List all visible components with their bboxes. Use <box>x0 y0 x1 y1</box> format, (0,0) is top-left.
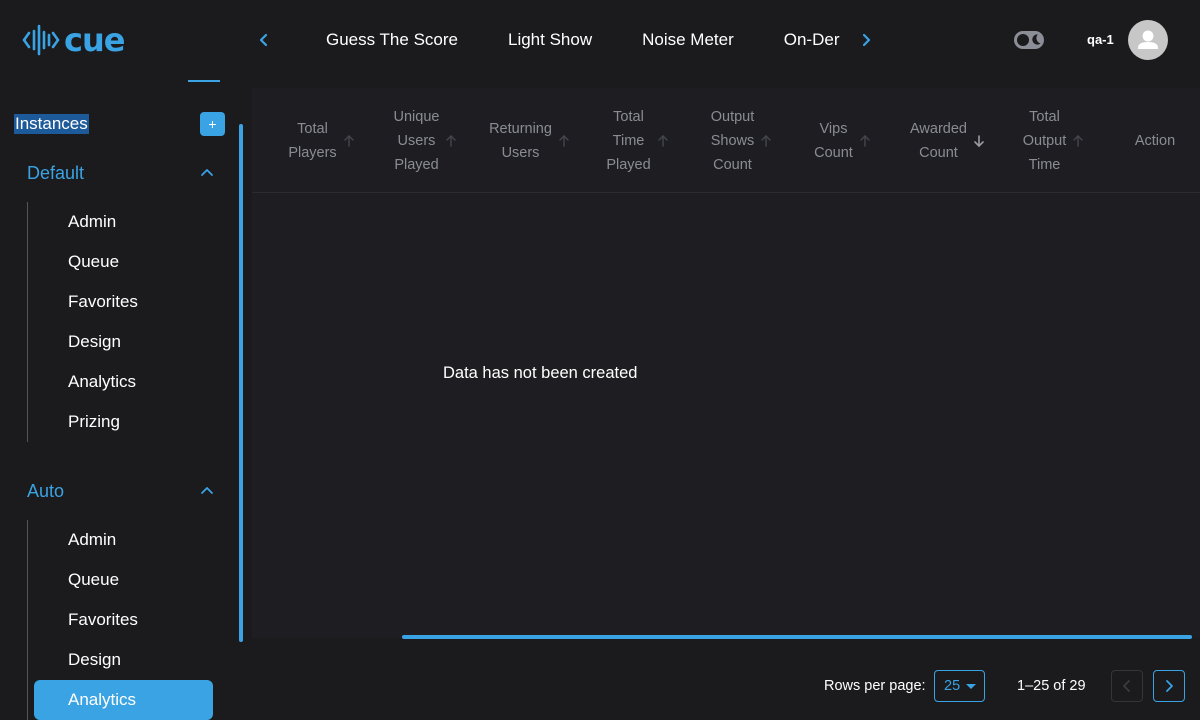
column-header-total-players[interactable]: Total Players <box>272 88 372 193</box>
group-tree-line <box>27 520 28 720</box>
column-header-vips-count[interactable]: Vips Count <box>798 88 888 193</box>
previous-page-button[interactable] <box>1111 670 1143 702</box>
horizontal-scrollbar[interactable] <box>402 635 1192 639</box>
sidebar: Instances + Default Admin Queue Favorite… <box>0 80 244 720</box>
sidebar-item-default-prizing[interactable]: Prizing <box>34 402 213 442</box>
moon-icon <box>1032 34 1041 45</box>
sidebar-item-auto-analytics[interactable]: Analytics <box>34 680 213 720</box>
chevron-up-icon <box>201 487 213 494</box>
sort-up-icon <box>761 134 771 147</box>
pagination-range: 1–25 of 29 <box>1017 678 1086 694</box>
sidebar-top-indicator <box>188 80 220 82</box>
rows-per-page-select[interactable]: 25 <box>934 670 985 702</box>
toggle-knob <box>1017 34 1029 46</box>
column-header-awarded-count[interactable]: Awarded Count <box>898 88 998 193</box>
column-header-unique-users-played[interactable]: Unique Users Played <box>374 88 478 193</box>
group-label: Default <box>27 163 85 183</box>
user-icon <box>1138 30 1158 49</box>
tab-noise-meter[interactable]: Noise Meter <box>642 24 734 56</box>
nav-prev-button[interactable] <box>250 26 278 54</box>
column-header-action: Action <box>1134 132 1176 149</box>
sidebar-item-auto-design[interactable]: Design <box>34 640 213 680</box>
nav-next-button[interactable] <box>852 26 880 54</box>
add-instance-button[interactable]: + <box>200 112 225 136</box>
sidebar-item-auto-admin[interactable]: Admin <box>34 520 213 560</box>
sort-up-icon <box>657 134 668 147</box>
sidebar-item-auto-queue[interactable]: Queue <box>34 560 213 600</box>
sidebar-item-default-admin[interactable]: Admin <box>34 202 213 242</box>
group-header-auto[interactable]: Auto <box>27 479 217 503</box>
theme-toggle[interactable] <box>1014 31 1044 49</box>
tab-guess-the-score[interactable]: Guess The Score <box>326 24 458 56</box>
sidebar-item-default-design[interactable]: Design <box>34 322 213 362</box>
pagination-footer: Rows per page: 25 1–25 of 29 <box>244 640 1200 720</box>
sidebar-item-default-favorites[interactable]: Favorites <box>34 282 213 322</box>
group-tree-line <box>27 202 28 442</box>
rows-per-page-label: Rows per page: <box>824 678 926 694</box>
analytics-table-panel: Total Players Unique Users Played Return… <box>252 88 1200 639</box>
table-header: Total Players Unique Users Played Return… <box>252 88 1200 193</box>
empty-state-message: Data has not been created <box>443 364 638 382</box>
user-name: qa-1 <box>1087 32 1114 47</box>
group-label: Auto <box>27 481 65 501</box>
instances-label: Instances <box>14 114 89 134</box>
next-page-button[interactable] <box>1153 670 1185 702</box>
instances-row: Instances + <box>14 112 226 136</box>
cue-logo[interactable]: cue <box>22 21 125 59</box>
sidebar-item-default-analytics[interactable]: Analytics <box>34 362 213 402</box>
sort-up-icon <box>446 134 457 147</box>
chevron-right-icon <box>862 33 871 47</box>
logo-text: cue <box>64 21 125 59</box>
group-header-default[interactable]: Default <box>27 161 217 185</box>
tab-light-show[interactable]: Light Show <box>508 24 592 56</box>
column-header-total-output-time[interactable]: Total Output Time <box>1004 88 1104 193</box>
chevron-right-icon <box>1166 680 1173 692</box>
column-header-returning-users[interactable]: Returning Users <box>480 88 580 193</box>
top-bar: cue Guess The Score Light Show Noise Meter… <box>0 0 1200 80</box>
sidebar-scrollbar[interactable] <box>239 124 243 642</box>
sidebar-item-auto-favorites[interactable]: Favorites <box>34 600 213 640</box>
nav-tabs: Guess The Score Light Show Noise Meter On-D… <box>300 24 840 56</box>
column-header-total-time-played[interactable]: Total Time Played <box>588 88 688 193</box>
sort-up-icon <box>860 134 870 147</box>
column-header-output-shows-count[interactable]: Output Shows Count <box>692 88 792 193</box>
chevron-left-icon <box>1123 680 1130 692</box>
caret-down-icon <box>966 684 976 689</box>
sort-down-icon <box>974 134 984 147</box>
sidebar-item-default-queue[interactable]: Queue <box>34 242 213 282</box>
sort-up-icon <box>559 134 569 147</box>
chevron-up-icon <box>201 169 213 176</box>
user-avatar[interactable] <box>1128 20 1168 60</box>
logo-mark-icon <box>22 24 60 56</box>
sort-up-icon <box>1073 134 1083 147</box>
tab-on-demand[interactable]: On-Der <box>784 24 840 56</box>
rows-per-page-value: 25 <box>944 678 961 694</box>
chevron-left-icon <box>259 33 268 47</box>
sort-up-icon <box>343 134 354 147</box>
